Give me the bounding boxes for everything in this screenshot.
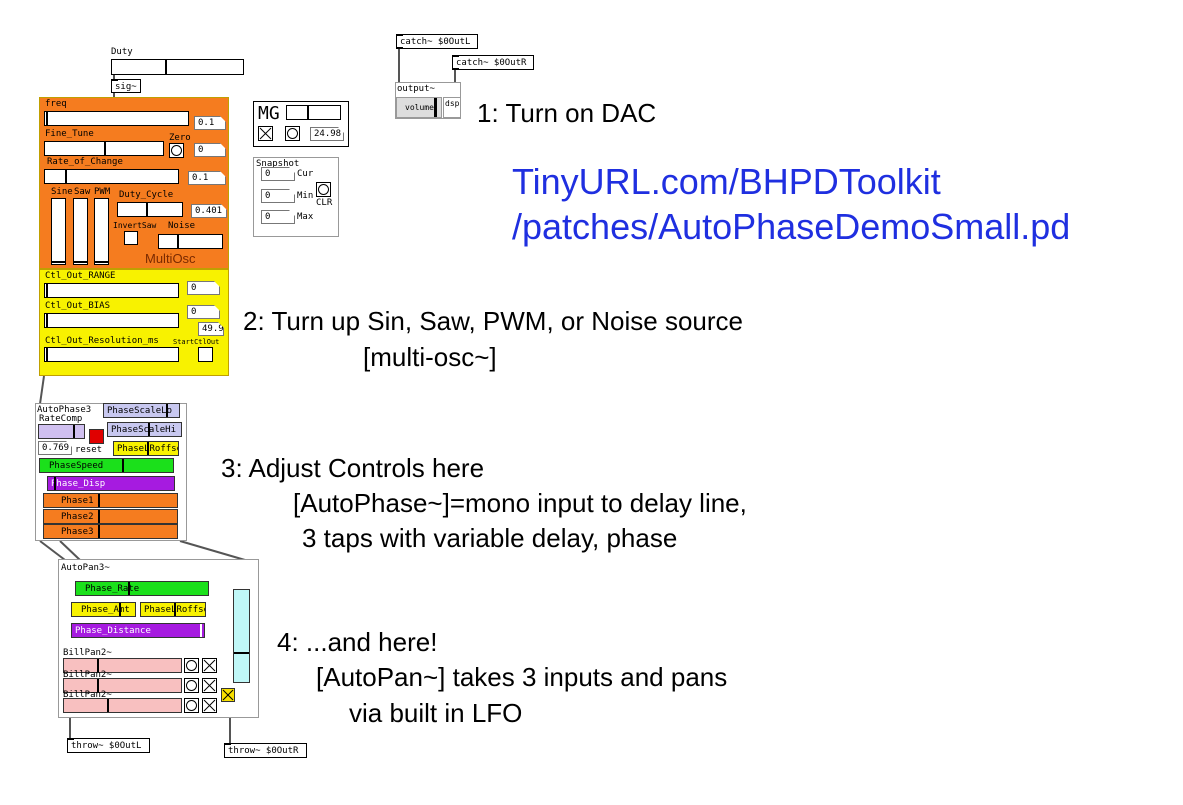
snapshot-max-label: Max [297,212,314,222]
freq-slider[interactable] [44,111,189,126]
rate-slider[interactable] [44,169,179,184]
bias-number-2[interactable]: 49.99 [198,322,224,336]
sig-object[interactable]: sig~ [111,79,141,93]
throw-left-object[interactable]: throw~ $0OutL [67,738,150,753]
phase-scale-hi[interactable]: PhaseScaleHi [107,422,182,437]
note-step2b: [multi-osc~] [363,342,497,372]
pwm-slider[interactable] [94,198,109,265]
phase-speed-slider[interactable]: PhaseSpeed [39,458,174,473]
snapshot-cur-label: Cur [297,169,314,179]
phase-disp-slider[interactable]: Phase_Disp [47,476,175,491]
note-step3c: 3 taps with variable delay, phase [302,523,678,553]
autopan-title: AutoPan3~ [61,563,110,573]
fine-number[interactable]: 0 [194,143,226,157]
rate-number[interactable]: 0.1 [188,171,226,185]
note-step4a: 4: ...and here! [277,627,438,657]
fine-tune-slider[interactable] [44,141,164,156]
catch-right-object[interactable]: catch~ $0OutR [452,55,534,70]
volume-slider[interactable]: volume [396,97,442,118]
saw-slider[interactable] [73,198,88,265]
note-step2a: 2: Turn up Sin, Saw, PWM, or Noise sourc… [243,306,743,336]
start-ctl-label: StartCtlOut [173,338,220,346]
duty-cycle-label: Duty_Cycle [119,190,174,200]
snapshot-min-label: Min [297,191,314,201]
range-number[interactable]: 0 [187,281,220,295]
pwm-label: PWM [94,187,111,197]
autopan-vslider[interactable] [233,589,250,683]
link-line1[interactable]: TinyURL.com/BHPDToolkit [512,161,941,203]
saw-label: Saw [74,187,91,197]
duty-label: Duty [111,47,133,57]
fine-tune-label: Fine_Tune [45,129,94,139]
phase-amt-slider[interactable]: Phase_Amt [71,602,136,617]
invert-saw-label: InvertSaw [113,221,157,230]
duty-number[interactable]: 0.401 [191,204,227,218]
billpan1-bang[interactable] [184,658,199,673]
ctl-bias-slider[interactable] [44,313,179,328]
billpan2-bang[interactable] [184,678,199,693]
noise-label: Noise [168,221,196,231]
autopan-yellow-toggle[interactable] [221,688,235,702]
billpan2-toggle[interactable] [202,678,217,693]
zero-bang[interactable] [169,143,184,158]
ratecomp-number[interactable]: 0.769 [38,441,72,455]
billpan3-toggle[interactable] [202,698,217,713]
ratecomp-label: RateComp [39,414,83,424]
throw-right-object[interactable]: throw~ $0OutR [224,743,307,758]
noise-slider[interactable] [158,234,223,249]
duty-slider[interactable] [111,59,244,75]
duty-cycle-slider[interactable] [117,202,183,217]
zero-label: Zero [169,133,191,143]
billpan1-label: BillPan2~ [63,648,112,658]
multiosc-title: MultiOsc [145,251,196,266]
mg-slider[interactable] [286,105,341,120]
phase1-slider[interactable]: Phase1 [43,493,178,508]
mg-number[interactable]: 24.98 [310,127,344,141]
freq-label: freq [45,99,67,109]
note-step3b: [AutoPhase~]=mono input to delay line, [293,488,747,518]
freq-number[interactable]: 0.1 [194,116,226,130]
dsp-toggle[interactable]: dsp [443,97,461,118]
start-ctl-toggle[interactable] [198,347,213,362]
reset-label: reset [75,445,103,455]
output-label: output~ [397,84,435,94]
ctl-range-label: Ctl_Out_RANGE [45,271,116,281]
note-step1: 1: Turn on DAC [477,98,657,128]
invert-saw-toggle[interactable] [124,231,138,245]
note-step4b: [AutoPan~] takes 3 inputs and pans [316,662,728,692]
phase-rate-slider[interactable]: Phase_Rate [75,581,209,596]
link-line2[interactable]: /patches/AutoPhaseDemoSmall.pd [512,206,1070,248]
note-step4c: via built in LFO [349,698,523,728]
billpan3-slider[interactable] [63,698,182,713]
bias-number[interactable]: 0 [187,305,220,319]
ctl-res-slider[interactable] [44,347,179,362]
clr-label: CLR [316,198,333,208]
ctl-res-label: Ctl_Out_Resolution_ms [45,336,159,346]
autopan-lr-offset[interactable]: PhaseLRoffset [140,602,206,617]
snapshot-max-number[interactable]: 0 [261,210,295,224]
snapshot-cur-number[interactable]: 0 [261,167,295,181]
ratecomp-slider[interactable] [38,424,85,439]
ctl-range-slider[interactable] [44,283,179,298]
catch-left-object[interactable]: catch~ $0OutL [396,34,478,49]
phase3-slider[interactable]: Phase3 [43,524,178,539]
billpan1-toggle[interactable] [202,658,217,673]
note-step3a: 3: Adjust Controls here [221,453,485,483]
phase-distance-slider[interactable]: Phase_Distance [71,623,205,638]
mg-bang[interactable] [285,126,300,141]
sine-slider[interactable] [51,198,66,265]
clr-bang[interactable] [316,182,331,197]
sine-label: Sine [51,187,73,197]
phase-scale-lo[interactable]: PhaseScaleLo [103,403,180,418]
rate-label: Rate_of_Change [47,157,123,167]
reset-bang[interactable] [89,429,104,444]
phase-lr-offset[interactable]: PhaseLRoffset [113,441,179,456]
snapshot-min-number[interactable]: 0 [261,189,295,203]
mg-toggle[interactable] [258,126,273,141]
phase2-slider[interactable]: Phase2 [43,509,178,524]
ctl-bias-label: Ctl_Out_BIAS [45,301,111,311]
billpan3-bang[interactable] [184,698,199,713]
mg-title: MG [258,103,280,124]
